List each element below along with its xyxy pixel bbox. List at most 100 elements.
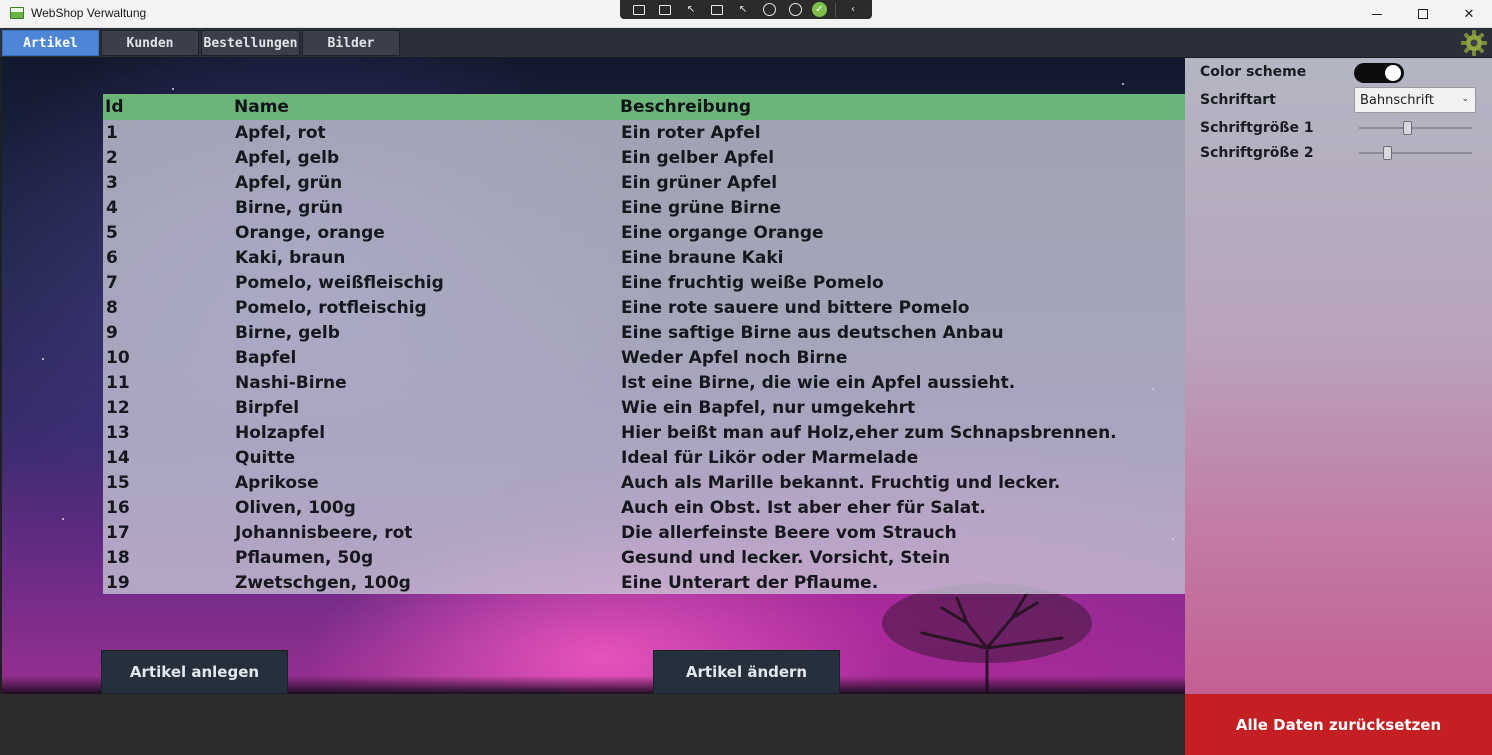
table-row[interactable]: 17 Johannisbeere, rot Die allerfeinste Bee… xyxy=(103,520,1185,545)
gear-icon[interactable] xyxy=(1460,29,1488,57)
cell-id: 18 xyxy=(106,548,130,568)
cell-description: Ein roter Apfel xyxy=(621,123,761,143)
table-row[interactable]: 6 Kaki, braun Eine braune Kaki xyxy=(103,245,1185,270)
cell-name: Birne, grün xyxy=(235,198,343,218)
cell-id: 5 xyxy=(106,223,118,243)
cell-id: 7 xyxy=(106,273,118,293)
check-icon[interactable]: ✓ xyxy=(812,2,827,17)
table-row[interactable]: 5 Orange, orange Eine organge Orange xyxy=(103,220,1185,245)
cell-description: Ein gelber Apfel xyxy=(621,148,775,168)
display-layout-icon[interactable] xyxy=(708,2,726,17)
select-element-icon[interactable]: ↖ xyxy=(682,2,700,17)
cell-description: Gesund und lecker. Vorsicht, Stein xyxy=(621,548,951,568)
accessibility-icon[interactable] xyxy=(786,2,804,17)
live-tree-icon[interactable] xyxy=(630,2,648,17)
table-row[interactable]: 4 Birne, grün Eine grüne Birne xyxy=(103,195,1185,220)
font-size1-slider[interactable] xyxy=(1359,121,1472,135)
app-window: Artikel Kunden Bestellungen Bilder Id Na… xyxy=(0,28,1492,755)
column-header-name[interactable]: Name xyxy=(234,97,289,117)
font-label: Schriftart xyxy=(1200,92,1276,108)
table-row[interactable]: 11 Nashi-Birne Ist eine Birne, die wie ein… xyxy=(103,370,1185,395)
cell-name: Zwetschgen, 100g xyxy=(235,573,411,593)
minimize-button[interactable] xyxy=(1354,0,1400,28)
cell-description: Ein grüner Apfel xyxy=(621,173,778,193)
column-header-id[interactable]: Id xyxy=(105,97,124,117)
font-size2-slider[interactable] xyxy=(1359,146,1472,160)
cell-name: Kaki, braun xyxy=(235,248,346,268)
cell-description: Hier beißt man auf Holz,eher zum Schnaps… xyxy=(621,423,1117,443)
cell-id: 14 xyxy=(106,448,130,468)
track-focus-icon[interactable]: ↖ xyxy=(734,2,752,17)
cell-id: 11 xyxy=(106,373,130,393)
cell-name: Apfel, gelb xyxy=(235,148,340,168)
color-scheme-toggle[interactable] xyxy=(1354,63,1404,83)
table-row[interactable]: 18 Pflaumen, 50g Gesund und lecker. Vorsic… xyxy=(103,545,1185,570)
cell-description: Eine saftige Birne aus deutschen Anbau xyxy=(621,323,1004,343)
create-article-button[interactable]: Artikel anlegen xyxy=(101,650,288,694)
cell-name: Orange, orange xyxy=(235,223,385,243)
window-controls: ✕ xyxy=(1354,0,1492,28)
record-icon[interactable] xyxy=(656,2,674,17)
tab-bestellungen[interactable]: Bestellungen xyxy=(201,30,300,56)
column-header-description[interactable]: Beschreibung xyxy=(620,97,751,117)
slider-track xyxy=(1359,152,1472,154)
table-row[interactable]: 3 Apfel, grün Ein grüner Apfel xyxy=(103,170,1185,195)
font-size2-label: Schriftgröße 2 xyxy=(1200,145,1314,161)
cell-name: Quitte xyxy=(235,448,296,468)
cell-name: Aprikose xyxy=(235,473,319,493)
tab-kunden[interactable]: Kunden xyxy=(101,30,199,56)
table-row[interactable]: 13 Holzapfel Hier beißt man auf Holz,eher … xyxy=(103,420,1185,445)
cell-name: Birne, gelb xyxy=(235,323,340,343)
color-scheme-label: Color scheme xyxy=(1200,64,1307,80)
cell-description: Auch als Marille bekannt. Fruchtig und l… xyxy=(621,473,1061,493)
cell-id: 13 xyxy=(106,423,130,443)
font-select-value: Bahnschrift xyxy=(1360,92,1434,108)
binding-failures-icon[interactable] xyxy=(760,2,778,17)
star xyxy=(1122,83,1124,85)
cell-id: 16 xyxy=(106,498,130,518)
table-row[interactable]: 9 Birne, gelb Eine saftige Birne aus deuts… xyxy=(103,320,1185,345)
cell-name: Birpfel xyxy=(235,398,300,418)
debug-toolbar: ↖ ↖ ✓ ‹ xyxy=(620,0,872,19)
close-button[interactable]: ✕ xyxy=(1446,0,1492,28)
tab-bilder[interactable]: Bilder xyxy=(302,30,400,56)
table-row[interactable]: 7 Pomelo, weißfleischig Eine fruchtig weiß… xyxy=(103,270,1185,295)
cell-name: Pomelo, weißfleischig xyxy=(235,273,444,293)
cell-description: Weder Apfel noch Birne xyxy=(621,348,848,368)
table-row[interactable]: 10 Bapfel Weder Apfel noch Birne xyxy=(103,345,1185,370)
toolbar-divider xyxy=(835,2,836,17)
slider-track xyxy=(1359,127,1472,129)
table-row[interactable]: 15 Aprikose Auch als Marille bekannt. Fruc… xyxy=(103,470,1185,495)
cell-id: 9 xyxy=(106,323,118,343)
tab-artikel[interactable]: Artikel xyxy=(2,30,99,56)
cell-description: Die allerfeinste Beere vom Strauch xyxy=(621,523,957,543)
cell-id: 17 xyxy=(106,523,130,543)
toggle-knob xyxy=(1385,65,1401,81)
table-row[interactable]: 2 Apfel, gelb Ein gelber Apfel xyxy=(103,145,1185,170)
maximize-button[interactable] xyxy=(1400,0,1446,28)
font-size1-label: Schriftgröße 1 xyxy=(1200,120,1314,136)
cell-description: Eine Unterart der Pflaume. xyxy=(621,573,879,593)
table-row[interactable]: 8 Pomelo, rotfleischig Eine rote sauere un… xyxy=(103,295,1185,320)
edit-article-button[interactable]: Artikel ändern xyxy=(653,650,840,694)
table-row[interactable]: 19 Zwetschgen, 100g Eine Unterart der Pfla… xyxy=(103,570,1185,595)
table-row[interactable]: 16 Oliven, 100g Auch ein Obst. Ist aber eh… xyxy=(103,495,1185,520)
table-row[interactable]: 12 Birpfel Wie ein Bapfel, nur umgekehrt xyxy=(103,395,1185,420)
slider-thumb[interactable] xyxy=(1403,121,1412,135)
slider-thumb[interactable] xyxy=(1383,146,1392,160)
settings-panel: Color scheme Schriftart Bahnschrift ⌄ Sc… xyxy=(1185,58,1492,694)
reset-data-button[interactable]: Alle Daten zurücksetzen xyxy=(1185,694,1492,755)
star xyxy=(62,518,64,520)
cell-id: 2 xyxy=(106,148,118,168)
cell-id: 1 xyxy=(106,123,118,143)
cell-name: Apfel, grün xyxy=(235,173,343,193)
cell-name: Apfel, rot xyxy=(235,123,326,143)
cell-description: Eine organge Orange xyxy=(621,223,824,243)
collapse-toolbar-icon[interactable]: ‹ xyxy=(844,2,862,17)
table-row[interactable]: 14 Quitte Ideal für Likör oder Marmelade xyxy=(103,445,1185,470)
table-row[interactable]: 1 Apfel, rot Ein roter Apfel xyxy=(103,120,1185,145)
font-select[interactable]: Bahnschrift ⌄ xyxy=(1354,87,1476,113)
cell-name: Nashi-Birne xyxy=(235,373,347,393)
cell-id: 6 xyxy=(106,248,118,268)
cell-description: Wie ein Bapfel, nur umgekehrt xyxy=(621,398,916,418)
